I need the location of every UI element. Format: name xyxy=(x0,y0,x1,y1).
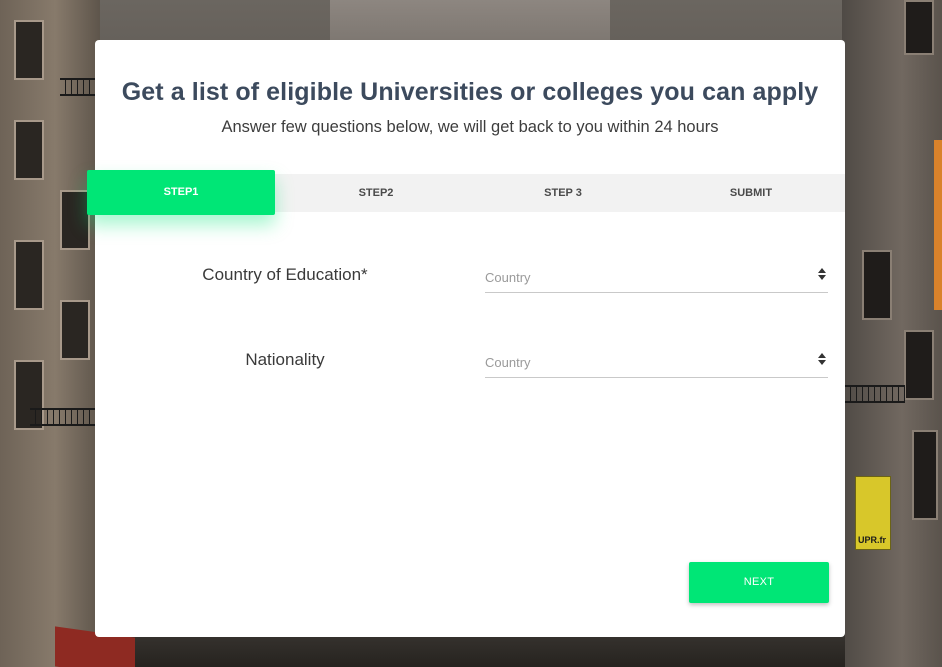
country-of-education-select[interactable]: Country xyxy=(485,263,828,293)
poster-text: UPR.fr xyxy=(858,535,887,545)
next-button[interactable]: NEXT xyxy=(689,562,829,603)
balcony-rail xyxy=(60,78,100,96)
select-arrows-icon xyxy=(818,352,826,368)
tab-step3[interactable]: STEP 3 xyxy=(469,174,657,212)
page-title: Get a list of eligible Universities or c… xyxy=(121,78,819,106)
building-left xyxy=(0,0,100,667)
tab-step1[interactable]: STEP1 xyxy=(87,170,275,215)
street-poster: UPR.fr xyxy=(855,476,891,550)
balcony-rail xyxy=(845,385,905,403)
page-subtitle: Answer few questions below, we will get … xyxy=(221,118,719,136)
tab-step2[interactable]: STEP2 xyxy=(283,174,469,212)
select-arrows-icon xyxy=(818,267,826,283)
orange-sign xyxy=(934,140,942,310)
eligibility-form-card: Get a list of eligible Universities or c… xyxy=(87,40,845,637)
nationality-placeholder: Country xyxy=(485,355,531,370)
building-right xyxy=(842,0,942,667)
country-of-education-label: Country of Education* xyxy=(202,265,368,284)
nationality-select[interactable]: Country xyxy=(485,348,828,378)
country-of-education-placeholder: Country xyxy=(485,270,531,285)
balcony-rail xyxy=(30,408,100,426)
tab-submit[interactable]: SUBMIT xyxy=(657,174,845,212)
nationality-label: Nationality xyxy=(245,350,325,369)
